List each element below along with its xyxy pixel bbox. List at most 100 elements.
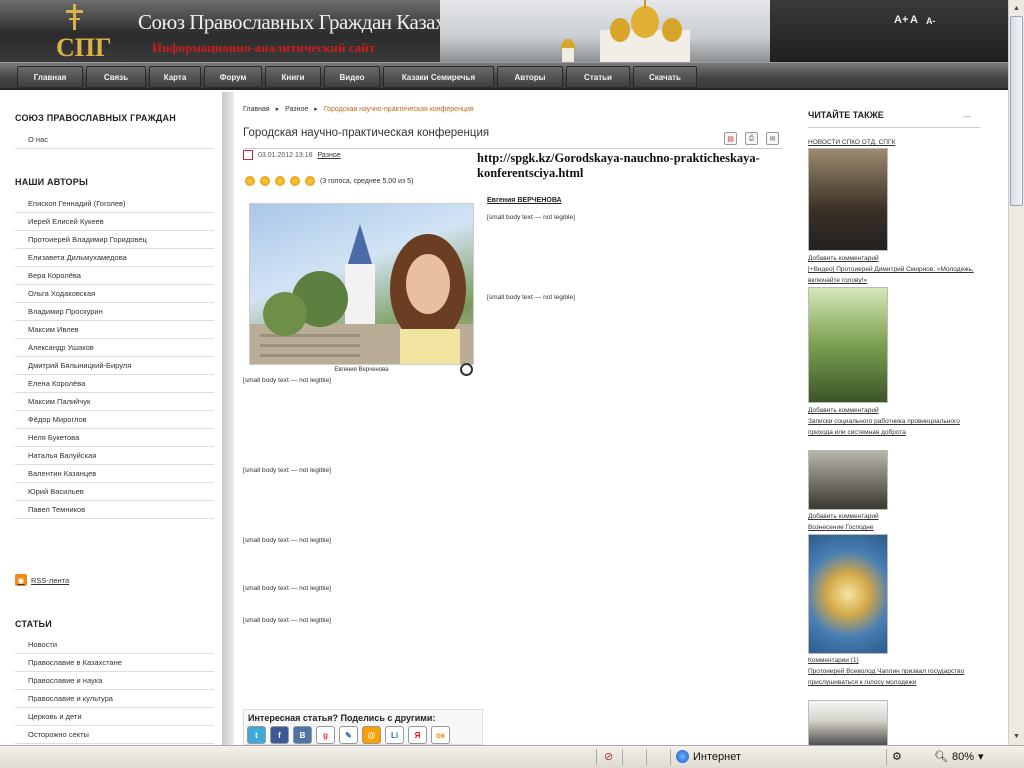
related-item-image[interactable] — [808, 534, 888, 654]
site-logo[interactable]: СПГ — [40, 0, 130, 62]
sidebar-item-category[interactable]: Православие и наука — [15, 672, 214, 690]
sidebar-item-author[interactable]: Протоиерей Владимир Горидовец — [15, 231, 214, 249]
sidebar-item-author[interactable]: Вера Королёва — [15, 267, 214, 285]
related-item-title[interactable]: НОВОСТИ СПКО ОТД. СПГК — [808, 137, 980, 148]
rss-link[interactable]: ◉ RSS-лента — [15, 574, 69, 586]
related-comment-link[interactable]: Добавить комментарий — [808, 405, 980, 416]
sidebar-item-author[interactable]: Владимир Проскурин — [15, 303, 214, 321]
sidebar-item-author[interactable]: Иерей Елисей Кукеев — [15, 213, 214, 231]
rating-star-icon[interactable] — [275, 176, 285, 186]
popup-blocked-icon[interactable]: ⊘ — [604, 750, 613, 763]
breadcrumb-arrow-icon: ▸ — [314, 106, 318, 113]
rating-star-icon[interactable] — [260, 176, 270, 186]
related-item-title[interactable]: Вознесение Господне — [808, 522, 980, 533]
sidebar-item-author[interactable]: Фёдор Мироглов — [15, 411, 214, 429]
mailru-icon[interactable]: @ — [362, 726, 381, 744]
sidebar-item-author[interactable]: Ольга Ходаковская — [15, 285, 214, 303]
sidebar-item-author[interactable]: Неля Букетова — [15, 429, 214, 447]
sidebar-item-author[interactable]: Александр Ушаков — [15, 339, 214, 357]
rating-star-icon[interactable] — [290, 176, 300, 186]
scroll-up-icon[interactable]: ▲ — [1010, 1, 1023, 15]
scrollbar-thumb[interactable] — [1010, 16, 1023, 206]
livejournal-icon[interactable]: ✎ — [339, 726, 358, 744]
breadcrumb-category[interactable]: Разное — [285, 106, 308, 113]
related-item-title[interactable]: Протоиерей Всеволод Чаплин призвал госуд… — [808, 666, 980, 688]
security-zone[interactable]: Интернет — [676, 750, 741, 763]
related-item-image[interactable] — [808, 148, 888, 251]
nav-item-download[interactable]: Скачать — [633, 66, 697, 88]
collapse-icon[interactable]: — — [963, 112, 971, 121]
sidebar-item-about[interactable]: О нас — [15, 131, 214, 149]
status-separator — [886, 749, 887, 765]
sidebar-heading-articles: СТАТЬИ — [15, 619, 52, 629]
related-item-image[interactable] — [808, 287, 888, 403]
nav-item-authors[interactable]: Авторы — [497, 66, 563, 88]
yandex-icon[interactable]: Я — [408, 726, 427, 744]
security-zone-label: Интернет — [693, 750, 741, 763]
sidebar-item-author[interactable]: Максим Палийчук — [15, 393, 214, 411]
sidebar-item-category[interactable]: Православие и культура — [15, 690, 214, 708]
article-category-link[interactable]: Разное — [318, 152, 341, 159]
nav-item-video[interactable]: Видео — [324, 66, 380, 88]
rating-star-icon[interactable] — [305, 176, 315, 186]
calendar-icon — [243, 150, 253, 160]
font-increase-button[interactable]: A+ — [894, 14, 908, 26]
facebook-icon[interactable]: f — [270, 726, 289, 744]
sidebar-item-author[interactable]: Елена Королёва — [15, 375, 214, 393]
twitter-icon[interactable]: t — [247, 726, 266, 744]
sidebar-item-category[interactable]: Новости — [15, 636, 214, 654]
status-separator — [670, 749, 671, 765]
print-icon[interactable]: ⎙ — [745, 132, 758, 145]
vkontakte-icon[interactable]: B — [293, 726, 312, 744]
related-comment-link[interactable]: Комментарии (1) — [808, 655, 980, 666]
liveinternet-icon[interactable]: Li — [385, 726, 404, 744]
breadcrumb-home[interactable]: Главная — [243, 106, 270, 113]
sidebar-item-author[interactable]: Валентин Казанцев — [15, 465, 214, 483]
nav-item-articles[interactable]: Статьи — [566, 66, 630, 88]
sidebar-item-author[interactable]: Максим Ивлев — [15, 321, 214, 339]
article-date: 03.01.2012 13:16 — [258, 151, 313, 159]
nav-item-home[interactable]: Главная — [17, 66, 83, 88]
sidebar-item-author[interactable]: Дмитрий Бялыницкий-Бируля — [15, 357, 214, 375]
google-icon[interactable]: g — [316, 726, 335, 744]
article-main: Главная ▸ Разное ▸ Городская научно-прак… — [234, 92, 792, 745]
scroll-down-icon[interactable]: ▼ — [1010, 729, 1023, 743]
title-divider — [243, 148, 783, 149]
sidebar-item-author[interactable]: Павел Темников — [15, 501, 214, 519]
sidebar-heading-authors: НАШИ АВТОРЫ — [15, 177, 88, 187]
vertical-scrollbar[interactable]: ▲ ▼ — [1008, 0, 1024, 745]
font-reset-button[interactable]: A — [910, 14, 918, 26]
font-decrease-button[interactable]: A- — [926, 16, 936, 26]
related-comment-link[interactable]: Добавить комментарий — [808, 253, 980, 264]
odnoklassniki-icon[interactable]: ок — [431, 726, 450, 744]
sidebar-item-author[interactable]: Епископ Геннадий (Гоголев) — [15, 195, 214, 213]
article-photo[interactable] — [249, 203, 474, 365]
nav-item-cossacks[interactable]: Казаки Семиречья — [383, 66, 494, 88]
sidebar-item-category[interactable]: Церковь и дети — [15, 708, 214, 726]
protected-mode-icon[interactable]: ⚙ — [892, 750, 902, 763]
related-item-image[interactable] — [808, 450, 888, 510]
article-paragraph: [small body text — not legible] — [243, 537, 331, 544]
zoom-icon[interactable] — [460, 363, 473, 376]
sidebar-item-category[interactable]: Осторожно секты — [15, 726, 214, 744]
related-heading: ЧИТАЙТЕ ТАКЖЕ — [808, 110, 884, 120]
zoom-control[interactable]: 🔍︎ 80% ▾ — [934, 750, 984, 764]
nav-item-map[interactable]: Карта — [149, 66, 201, 88]
related-item-title[interactable]: Записки социального работника провинциал… — [808, 416, 980, 438]
related-item-image[interactable] — [808, 700, 888, 745]
nav-item-contact[interactable]: Связь — [86, 66, 146, 88]
nav-item-books[interactable]: Книги — [265, 66, 321, 88]
nav-item-forum[interactable]: Форум — [204, 66, 262, 88]
rating-star-icon[interactable] — [245, 176, 255, 186]
status-separator — [596, 749, 597, 765]
email-icon[interactable]: ✉ — [766, 132, 779, 145]
main-navigation: Главная Связь Карта Форум Книги Видео Ка… — [0, 62, 1008, 90]
sidebar-item-author[interactable]: Елизавета Дильмухамедова — [15, 249, 214, 267]
related-comment-link[interactable]: Добавить комментарий — [808, 511, 980, 522]
sidebar-item-author[interactable]: Юрий Васильев — [15, 483, 214, 501]
pdf-icon[interactable]: ▤ — [724, 132, 737, 145]
sidebar-item-category[interactable]: Православие в Казахстане — [15, 654, 214, 672]
sidebar-item-author[interactable]: Наталья Валуйская — [15, 447, 214, 465]
share-title: Интересная статья? Поделись с другими: — [248, 713, 436, 723]
related-item-title[interactable]: [+Видео] Протоиерей Димитрий Смирнов: «М… — [808, 264, 980, 286]
